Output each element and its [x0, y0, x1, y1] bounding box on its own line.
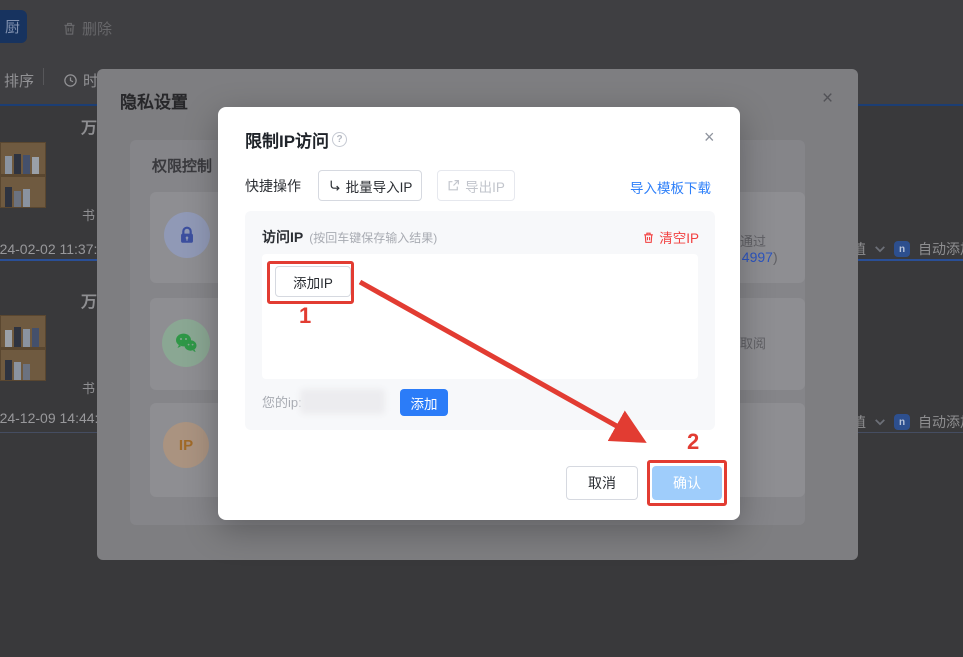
- clear-ip-button[interactable]: 清空IP: [642, 227, 699, 247]
- screen: 厨 删除 排序 时间 万 书 2024-02-02 11:37:57: [0, 0, 963, 657]
- your-ip-label: 您的ip:: [262, 392, 302, 411]
- help-circle-icon[interactable]: ?: [332, 132, 347, 147]
- row-actions: 值 n 自动添加: [852, 239, 963, 259]
- step1-highlight-box: [267, 261, 354, 304]
- cancel-button[interactable]: 取消: [566, 466, 638, 500]
- toolbar-separator: [43, 68, 44, 85]
- quick-ops-label: 快捷操作: [245, 176, 301, 196]
- shelf-row: [1, 350, 45, 381]
- export-label: 导出IP: [465, 176, 505, 196]
- privacy-modal-title: 隐私设置: [120, 88, 188, 113]
- shelf-row: [1, 316, 45, 350]
- step-arrow: [352, 272, 662, 462]
- ip-modal-title: 限制IP访问: [245, 127, 329, 152]
- list-item-subtitle: 书: [82, 205, 95, 224]
- step2-number: 2: [687, 429, 699, 455]
- bookshelf-thumbnail[interactable]: [0, 142, 46, 208]
- delete-button[interactable]: 删除: [62, 18, 112, 39]
- shelf-row: [1, 143, 45, 177]
- primary-action-button[interactable]: 厨: [0, 10, 27, 43]
- close-icon[interactable]: ×: [822, 88, 833, 110]
- permission-section-label: 权限控制: [152, 155, 212, 176]
- chevron-down-icon[interactable]: [874, 416, 886, 428]
- trash-icon: [62, 21, 77, 36]
- batch-import-label: 批量导入IP: [346, 176, 413, 196]
- batch-import-ip-button[interactable]: 批量导入IP: [318, 170, 422, 201]
- auto-tag-label[interactable]: 自动添加: [918, 412, 963, 432]
- import-arrow-icon: [328, 179, 341, 192]
- close-icon[interactable]: ×: [704, 127, 715, 148]
- lock-icon: [164, 212, 210, 258]
- chevron-down-icon[interactable]: [874, 243, 886, 255]
- card-text-fragment: 通过: [740, 231, 766, 250]
- export-ip-button[interactable]: 导出IP: [437, 170, 515, 201]
- count-value: 4997: [742, 249, 773, 265]
- ip-badge-icon: IP: [163, 422, 209, 468]
- card-count-fragment: : 4997): [734, 249, 778, 265]
- clock-icon: [63, 73, 78, 88]
- list-item-title: 万: [81, 288, 97, 312]
- clear-ip-label: 清空IP: [659, 227, 699, 247]
- list-item-subtitle: 书: [82, 378, 95, 397]
- auto-app-icon: n: [894, 241, 910, 257]
- sort-control[interactable]: 排序: [4, 70, 34, 91]
- auto-tag-label[interactable]: 自动添加: [918, 239, 963, 259]
- step1-number: 1: [299, 303, 311, 329]
- primary-action-label: 厨: [5, 16, 20, 37]
- step2-highlight-box: [647, 460, 727, 506]
- delete-label: 删除: [82, 18, 112, 39]
- access-ip-label: 访问IP: [262, 227, 303, 247]
- trash-icon: [642, 231, 655, 244]
- access-ip-hint: (按回车键保存输入结果): [309, 229, 437, 246]
- list-item-title: 万: [81, 114, 97, 138]
- bookshelf-thumbnail[interactable]: [0, 315, 46, 381]
- card-text-fragment: 取阅: [740, 333, 766, 352]
- template-download-link[interactable]: 导入模板下载: [630, 177, 711, 197]
- wechat-icon: [162, 319, 210, 367]
- auto-app-icon: n: [894, 414, 910, 430]
- export-icon: [447, 179, 460, 192]
- shelf-row: [1, 177, 45, 208]
- row-actions: 值 n 自动添加: [852, 412, 963, 432]
- access-ip-header: 访问IP (按回车键保存输入结果): [262, 227, 437, 247]
